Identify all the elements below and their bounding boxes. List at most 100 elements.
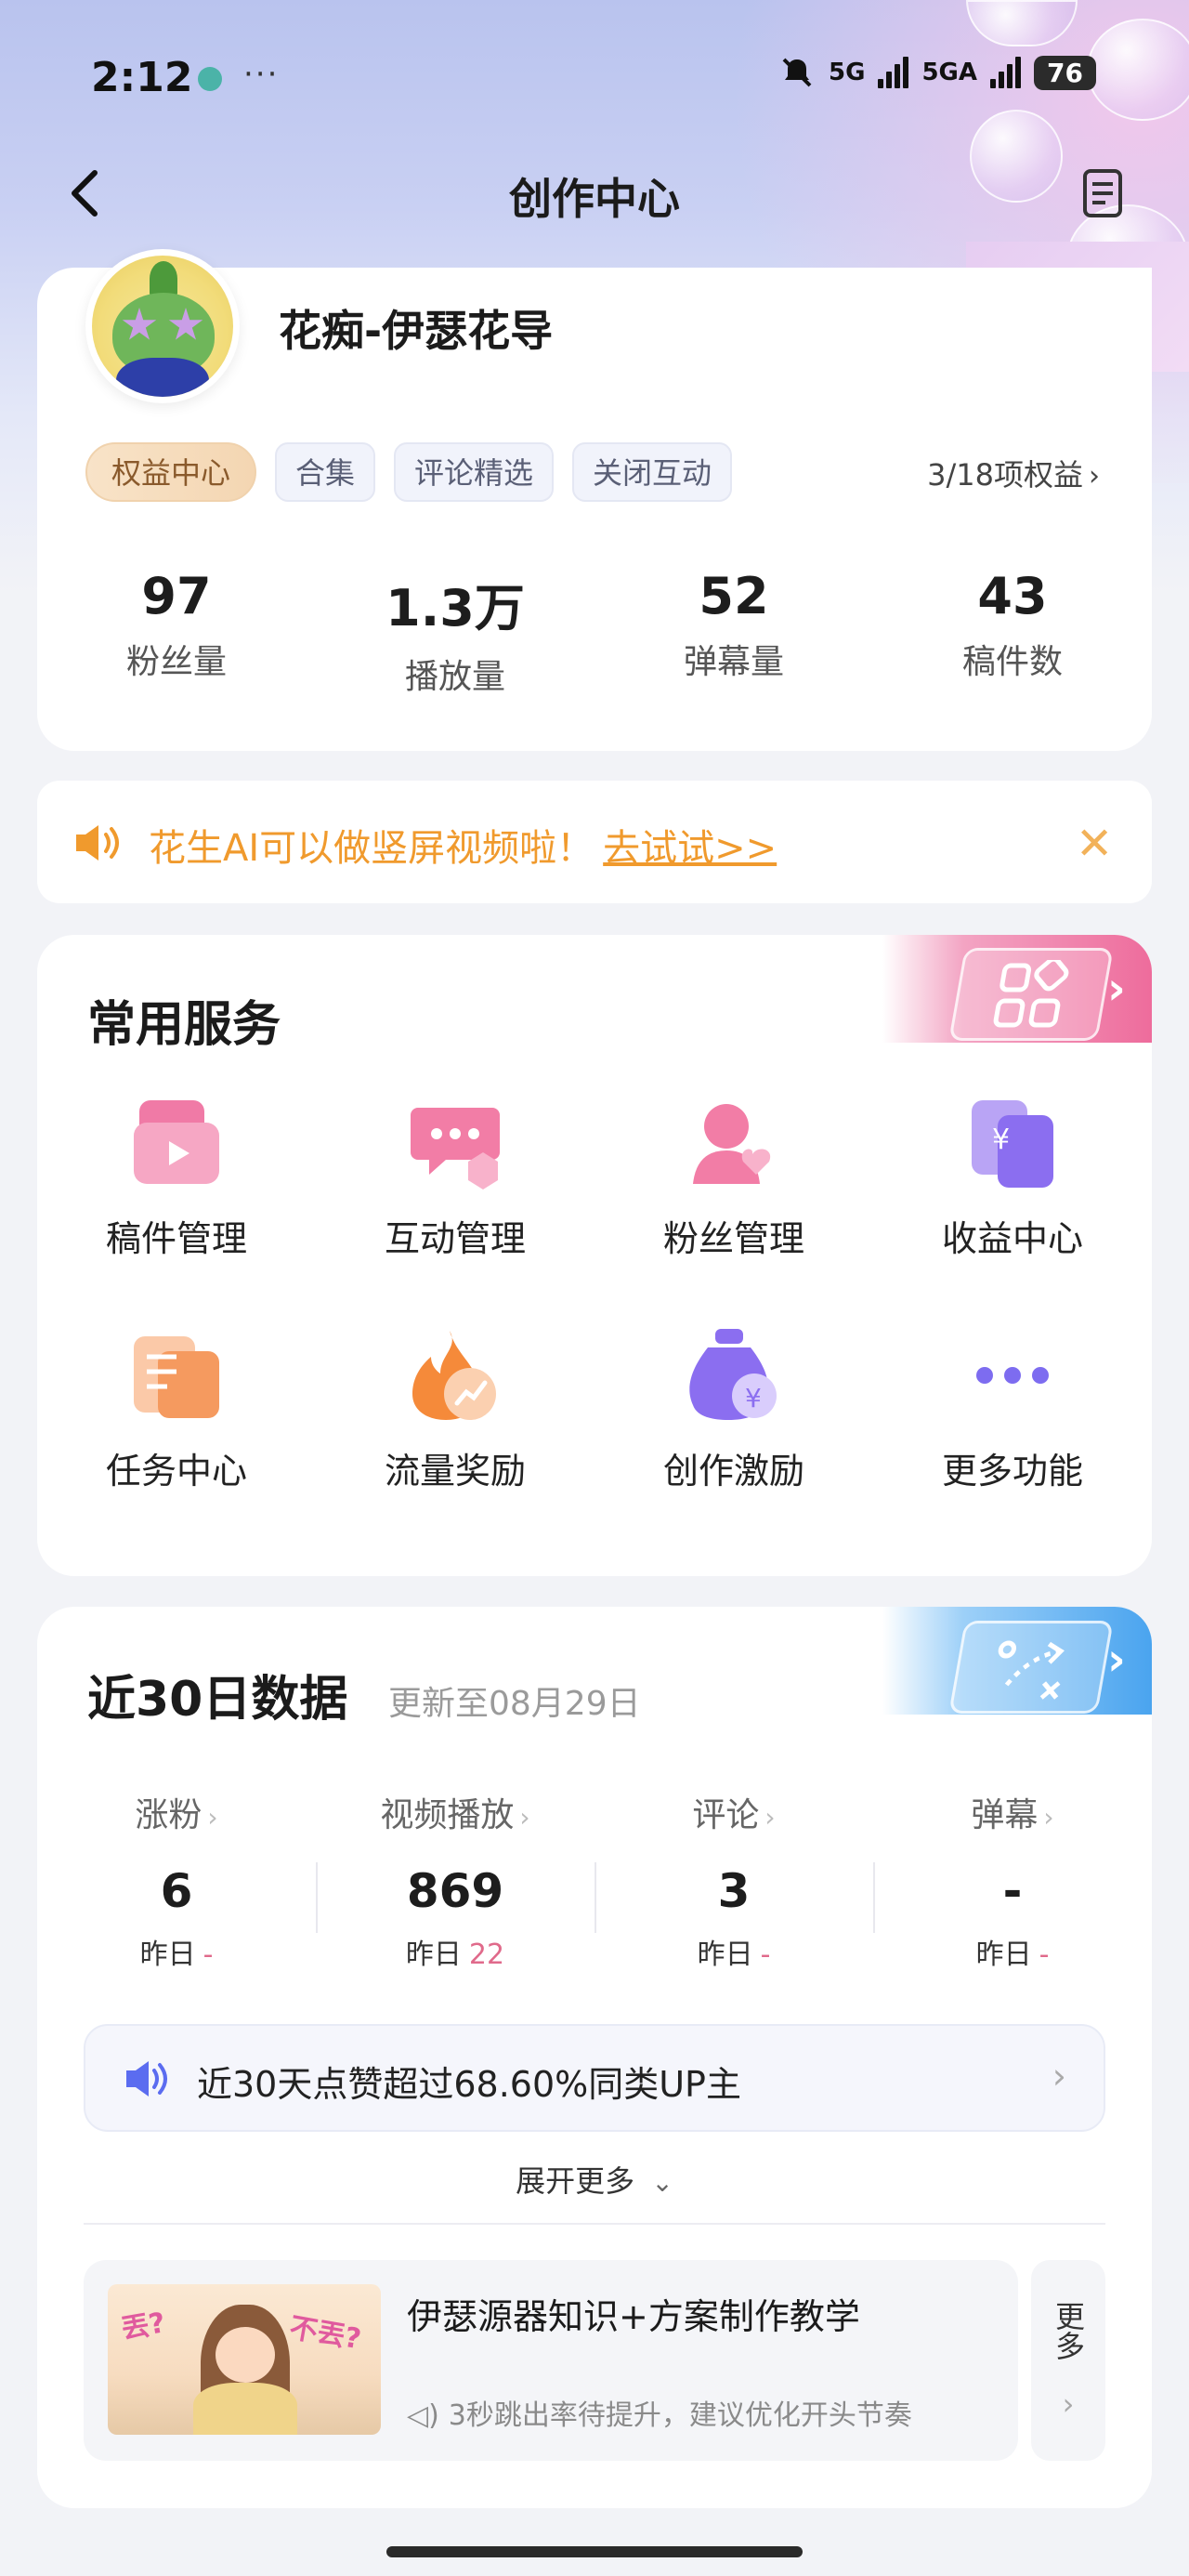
chevron-down-icon: ⌄ xyxy=(651,2167,673,2198)
service-label: 流量奖励 xyxy=(384,1451,526,1492)
thumbnail-text-right: 不丟? xyxy=(286,2311,364,2357)
chat-icon xyxy=(409,1097,502,1189)
divider xyxy=(84,2223,1105,2225)
data-metrics: 涨粉 › 6 昨日 - 视频播放 › 869 昨日 22 评论 › 3 昨日 - 弹幕 › -… xyxy=(37,1788,1152,1972)
chevron-right-icon: › xyxy=(1062,2386,1075,2422)
system-icons: 5G 5GA 76 xyxy=(778,54,1096,91)
chevron-right-icon: › xyxy=(1052,2056,1066,2096)
stat-plays[interactable]: 1.3万 播放量 xyxy=(316,567,594,698)
yesterday-delta: - xyxy=(203,1939,214,1971)
service-interaction-management[interactable]: 互动管理 xyxy=(316,1097,594,1329)
metric-label-text: 评论 xyxy=(692,1796,760,1834)
yesterday-delta: - xyxy=(1039,1939,1050,1971)
username: 花痴-伊瑟花导 xyxy=(279,306,554,356)
tip-note: ◁) 3秒跳出率待提升，建议优化开头节奏 xyxy=(407,2392,912,2433)
tag-rights-center[interactable]: 权益中心 xyxy=(85,442,257,502)
more-notifications-icon: ··· xyxy=(243,56,280,93)
tip-note-text: 3秒跳出率待提升，建议优化开头节奏 xyxy=(448,2399,912,2432)
profile-stats: 97 粉丝量 1.3万 播放量 52 弹幕量 43 稿件数 xyxy=(37,567,1152,698)
yesterday-delta: - xyxy=(760,1939,771,1971)
service-label: 粉丝管理 xyxy=(662,1218,804,1259)
home-indicator[interactable] xyxy=(386,2546,803,2557)
metric-yesterday: 昨日 - xyxy=(873,1931,1152,1972)
close-icon[interactable]: ✕ xyxy=(1076,818,1113,870)
data-title: 近30日数据 xyxy=(87,1672,348,1728)
metric-value: 869 xyxy=(406,1864,504,1918)
service-label: 更多功能 xyxy=(941,1451,1083,1492)
metric-label-text: 弹幕 xyxy=(971,1796,1039,1834)
signal-icon xyxy=(990,57,1022,88)
status-bar: 2:12 ··· 5G 5GA 76 xyxy=(0,0,1189,158)
battery-indicator: 76 xyxy=(1034,55,1096,90)
metric-danmaku[interactable]: 弹幕 › - 昨日 - xyxy=(873,1788,1152,1972)
rights-link[interactable]: 3/18项权益 › xyxy=(927,452,1100,494)
tag-collection[interactable]: 合集 xyxy=(275,442,376,502)
stat-value: 1.3万 xyxy=(385,579,525,637)
metric-yesterday: 昨日 22 xyxy=(316,1931,594,1972)
metric-video-plays[interactable]: 视频播放 › 869 昨日 22 xyxy=(316,1788,594,1972)
chevron-right-icon: › xyxy=(1043,1802,1054,1833)
service-label: 任务中心 xyxy=(105,1451,247,1492)
chevron-right-icon[interactable]: › xyxy=(1107,1634,1126,1686)
service-creation-incentive[interactable]: ¥ 创作激励 xyxy=(594,1329,873,1561)
more-tips-button[interactable]: 更多 › xyxy=(1031,2260,1105,2461)
mute-icon xyxy=(782,58,812,87)
tag-close-interaction[interactable]: 关闭互动 xyxy=(572,442,733,502)
svg-text:¥: ¥ xyxy=(745,1383,762,1413)
service-traffic-reward[interactable]: 流量奖励 xyxy=(316,1329,594,1561)
metric-yesterday: 昨日 - xyxy=(594,1931,873,1972)
stat-value: 97 xyxy=(141,567,212,625)
stat-fans[interactable]: 97 粉丝量 xyxy=(37,567,316,698)
insight-banner[interactable]: 近30天点赞超过68.60%同类UP主 › xyxy=(84,2024,1105,2132)
service-label: 收益中心 xyxy=(941,1218,1083,1259)
stat-label: 粉丝量 xyxy=(125,643,227,681)
yesterday-delta: 22 xyxy=(468,1939,505,1971)
chevron-right-icon: › xyxy=(764,1802,776,1833)
task-icon xyxy=(130,1329,223,1422)
data-updated-date: 更新至08月29日 xyxy=(388,1685,641,1723)
video-tip-card[interactable]: 丟? 不丟? 伊瑟源器知识+方案制作教学 ◁) 3秒跳出率待提升，建议优化开头节奏 xyxy=(84,2260,1018,2461)
services-title: 常用服务 xyxy=(87,997,281,1053)
yesterday-label: 昨日 xyxy=(697,1939,753,1971)
service-label: 互动管理 xyxy=(384,1218,526,1259)
avatar[interactable] xyxy=(85,249,240,403)
metric-value: 3 xyxy=(717,1864,751,1918)
speaker-icon xyxy=(126,2061,167,2096)
metric-label-text: 涨粉 xyxy=(135,1796,203,1834)
metric-fans-gain[interactable]: 涨粉 › 6 昨日 - xyxy=(37,1788,316,1972)
service-income-center[interactable]: ¥ 收益中心 xyxy=(873,1097,1152,1329)
expand-more-button[interactable]: 展开更多 ⌄ xyxy=(0,2158,1189,2201)
metric-label-text: 视频播放 xyxy=(380,1796,515,1834)
network-label-1: 5G xyxy=(829,59,866,86)
metric-comments[interactable]: 评论 › 3 昨日 - xyxy=(594,1788,873,1972)
service-task-center[interactable]: 任务中心 xyxy=(37,1329,316,1561)
service-manuscript-management[interactable]: 稿件管理 xyxy=(37,1097,316,1329)
yesterday-label: 昨日 xyxy=(405,1939,462,1971)
rights-label: 3/18项权益 xyxy=(927,457,1083,493)
flame-icon xyxy=(409,1329,502,1422)
notice-text: 花生AI可以做竖屏视频啦！ 去试试>> xyxy=(149,818,777,872)
service-fans-management[interactable]: 粉丝管理 xyxy=(594,1097,873,1329)
chevron-right-icon: › xyxy=(1089,460,1100,493)
stat-label: 播放量 xyxy=(404,658,505,696)
stat-danmaku[interactable]: 52 弹幕量 xyxy=(594,567,873,698)
stat-value: 52 xyxy=(699,567,769,625)
more-dots-icon xyxy=(966,1329,1059,1422)
insight-text: 近30天点赞超过68.60%同类UP主 xyxy=(197,2064,741,2105)
notice-try-link[interactable]: 去试试>> xyxy=(603,827,777,870)
expand-more-label: 展开更多 xyxy=(516,2163,635,2199)
video-thumbnail: 丟? 不丟? xyxy=(108,2284,381,2435)
tip-video-title: 伊瑟源器知识+方案制作教学 xyxy=(407,2296,860,2337)
services-grid: 稿件管理 互动管理 粉丝管理 ¥ 收益中心 任务中心 流量奖励 ¥ 创作激励 更… xyxy=(37,1097,1152,1561)
chevron-right-icon[interactable]: › xyxy=(1107,963,1126,1015)
chevron-right-icon: › xyxy=(519,1802,530,1833)
stat-manuscripts[interactable]: 43 稿件数 xyxy=(873,567,1152,698)
document-icon[interactable] xyxy=(1076,165,1131,221)
service-label: 稿件管理 xyxy=(105,1218,247,1259)
service-more-functions[interactable]: 更多功能 xyxy=(873,1329,1152,1561)
network-label-2: 5GA xyxy=(921,59,978,86)
signal-icon xyxy=(878,57,909,88)
yesterday-label: 昨日 xyxy=(139,1939,196,1971)
tag-featured-comments[interactable]: 评论精选 xyxy=(394,442,555,502)
strategy-icon xyxy=(948,1621,1114,1714)
